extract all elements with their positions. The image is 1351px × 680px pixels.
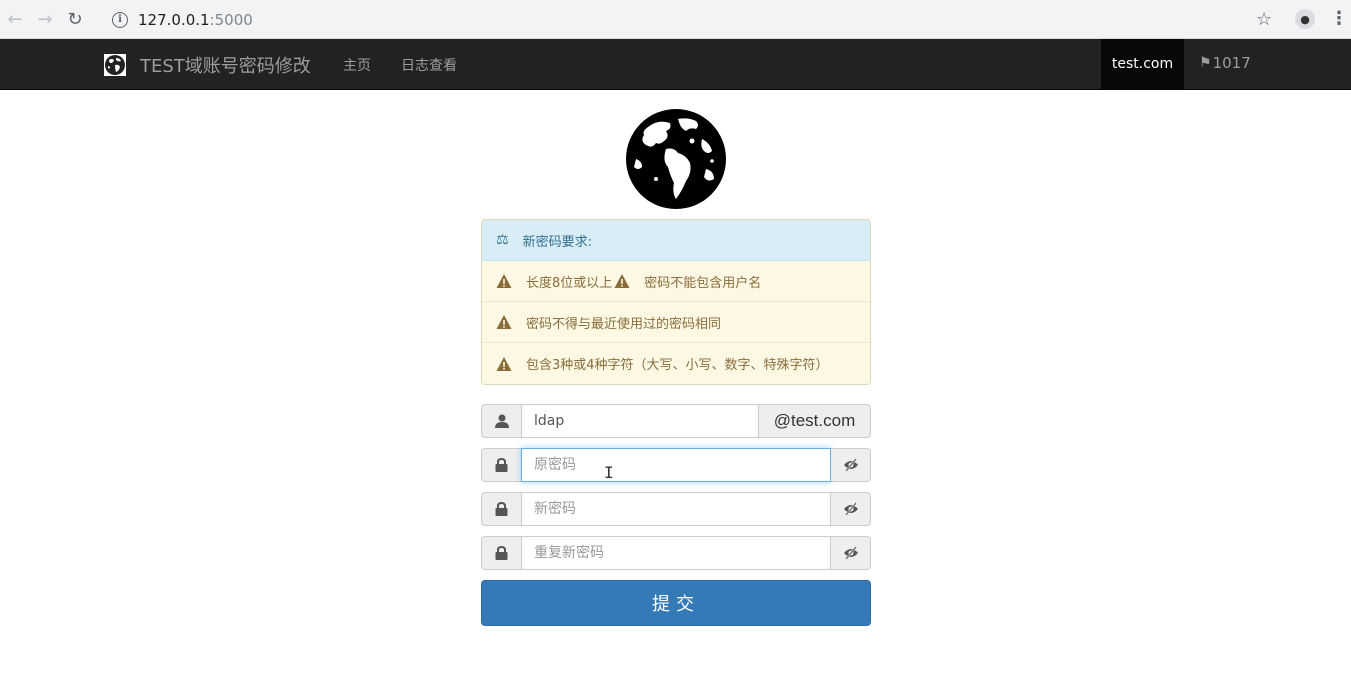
old-password-group [481, 448, 871, 482]
requirement-item: 密码不得与最近使用过的密码相同 [482, 302, 870, 343]
flag-icon: ⚑ [1199, 55, 1212, 71]
eye-slash-icon [843, 546, 858, 560]
toggle-visibility-button[interactable] [831, 492, 871, 526]
lock-icon [495, 502, 508, 516]
address-bar[interactable]: i 127.0.0.1:5000 [102, 5, 1282, 34]
eye-slash-icon [843, 458, 858, 472]
profile-avatar-icon[interactable]: ● [1295, 9, 1315, 29]
nav-flag-count[interactable]: ⚑ 1017 [1199, 54, 1251, 72]
toggle-visibility-button[interactable] [831, 448, 871, 482]
nav-logs[interactable]: 日志查看 [401, 55, 457, 75]
new-password-group [481, 492, 871, 526]
old-password-input[interactable] [521, 448, 831, 482]
reload-icon[interactable]: ↻ [60, 4, 90, 34]
text-cursor-icon: I [604, 463, 614, 482]
site-navbar: TEST域账号密码修改 主页 日志查看 test.com ⚑ 1017 [0, 39, 1351, 90]
toggle-visibility-button[interactable] [831, 536, 871, 570]
username-input[interactable] [521, 404, 759, 438]
warning-icon [614, 274, 630, 288]
warning-icon [496, 274, 512, 288]
pushpin-icon: ⚖ [496, 232, 509, 248]
domain-suffix: @test.com [759, 404, 871, 438]
forward-icon[interactable]: → [30, 4, 60, 34]
requirement-text: 密码不能包含用户名 [644, 275, 762, 291]
browser-toolbar: ← → ↻ i 127.0.0.1:5000 ☆ ● ⋮ [0, 0, 1351, 39]
globe-logo-icon [104, 54, 126, 76]
requirement-item: 长度8位或以上 密码不能包含用户名 [482, 261, 870, 302]
repeat-password-input[interactable] [521, 536, 831, 570]
browser-menu-icon[interactable]: ⋮ [1330, 8, 1348, 29]
lock-addon [481, 492, 521, 526]
warning-icon [496, 315, 512, 329]
requirements-header: ⚖ 新密码要求: [482, 220, 870, 261]
requirement-text: 密码不得与最近使用过的密码相同 [526, 316, 722, 332]
bookmark-star-icon[interactable]: ☆ [1256, 9, 1272, 30]
user-addon [481, 404, 521, 438]
user-icon [494, 414, 509, 428]
lock-addon [481, 536, 521, 570]
navbar-brand[interactable]: TEST域账号密码修改 [104, 52, 311, 78]
brand-title: TEST域账号密码修改 [140, 56, 311, 77]
site-info-icon[interactable]: i [112, 11, 128, 28]
new-password-input[interactable] [521, 492, 831, 526]
submit-button[interactable]: 提交 [481, 580, 871, 626]
url-host: 127.0.0.1 [138, 10, 210, 29]
flag-count-value: 1017 [1212, 54, 1251, 72]
warning-icon [496, 356, 512, 371]
nav-home[interactable]: 主页 [343, 55, 371, 75]
requirement-text: 长度8位或以上 [526, 275, 613, 291]
globe-icon [626, 109, 726, 209]
requirement-item: 包含3种或4种字符（大写、小写、数字、特殊字符） [482, 343, 870, 384]
requirement-text: 包含3种或4种字符（大写、小写、数字、特殊字符） [526, 358, 829, 373]
password-requirements-panel: ⚖ 新密码要求: 长度8位或以上 密码不能包含用户名 密码不得与最近使用过的密码… [481, 219, 871, 385]
back-icon[interactable]: ← [0, 4, 30, 34]
username-group: @test.com [481, 404, 871, 438]
nav-domain[interactable]: test.com [1101, 39, 1184, 89]
lock-addon [481, 448, 521, 482]
lock-icon [495, 546, 508, 560]
repeat-password-group [481, 536, 871, 570]
requirements-title: 新密码要求: [522, 234, 592, 250]
lock-icon [495, 458, 508, 472]
eye-slash-icon [843, 502, 858, 516]
url-port: :5000 [209, 10, 253, 29]
